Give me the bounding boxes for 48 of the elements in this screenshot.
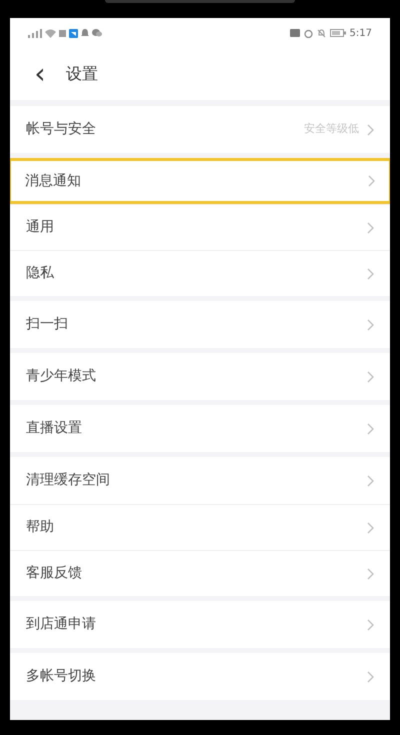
row-label: 扫一扫 bbox=[26, 315, 69, 334]
settings-row[interactable]: 隐私 bbox=[10, 250, 390, 296]
chevron-icon bbox=[367, 370, 374, 382]
chevron-icon bbox=[367, 318, 374, 330]
row-label: 到店通申请 bbox=[26, 615, 97, 634]
row-label: 帐号与安全 bbox=[26, 120, 97, 139]
page-title: 设置 bbox=[66, 63, 98, 85]
row-label: 通用 bbox=[26, 218, 55, 237]
status-time: 5:17 bbox=[350, 26, 372, 40]
chevron-icon bbox=[367, 268, 374, 280]
chevron-icon bbox=[367, 474, 374, 486]
row-value: 安全等级低 bbox=[304, 121, 359, 138]
back-button[interactable]: ‹ bbox=[28, 60, 52, 88]
battery-icon bbox=[330, 29, 346, 37]
chat-icon bbox=[92, 29, 102, 37]
chevron-icon bbox=[367, 222, 374, 234]
signal-icon bbox=[28, 28, 42, 38]
settings-row[interactable]: 帮助 bbox=[10, 504, 390, 550]
chevron-icon bbox=[367, 124, 374, 136]
mute-icon bbox=[316, 28, 326, 38]
chevron-icon bbox=[367, 618, 374, 630]
bell-icon bbox=[81, 28, 89, 38]
row-label: 帮助 bbox=[26, 518, 55, 537]
chevron-icon bbox=[367, 522, 374, 534]
row-label: 直播设置 bbox=[26, 419, 83, 438]
row-label: 多帐号切换 bbox=[26, 667, 97, 686]
settings-row[interactable]: 扫一扫 bbox=[10, 301, 390, 348]
chevron-icon bbox=[367, 422, 374, 434]
settings-row[interactable]: 通用 bbox=[10, 204, 390, 250]
row-label: 隐私 bbox=[26, 264, 55, 283]
square-icon bbox=[59, 30, 66, 36]
settings-row[interactable]: 青少年模式 bbox=[10, 353, 390, 400]
row-label: 客服反馈 bbox=[26, 564, 83, 583]
settings-row[interactable]: 消息通知 bbox=[10, 158, 390, 204]
chevron-icon bbox=[367, 568, 374, 580]
app-icon bbox=[69, 28, 78, 38]
row-label: 青少年模式 bbox=[26, 367, 97, 386]
settings-row[interactable]: 帐号与安全 安全等级低 bbox=[10, 106, 390, 153]
settings-row[interactable]: 直播设置 bbox=[10, 405, 390, 452]
chevron-icon bbox=[367, 670, 374, 682]
settings-row[interactable]: 多帐号切换 bbox=[10, 653, 390, 700]
settings-row[interactable]: 清理缓存空间 bbox=[10, 457, 390, 504]
chevron-icon bbox=[368, 175, 375, 187]
row-label: 清理缓存空间 bbox=[26, 471, 111, 490]
row-label: 消息通知 bbox=[25, 172, 82, 190]
settings-row[interactable]: 到店通申请 bbox=[10, 601, 390, 648]
settings-row[interactable]: 客服反馈 bbox=[10, 550, 390, 596]
wifi-icon bbox=[45, 28, 56, 38]
